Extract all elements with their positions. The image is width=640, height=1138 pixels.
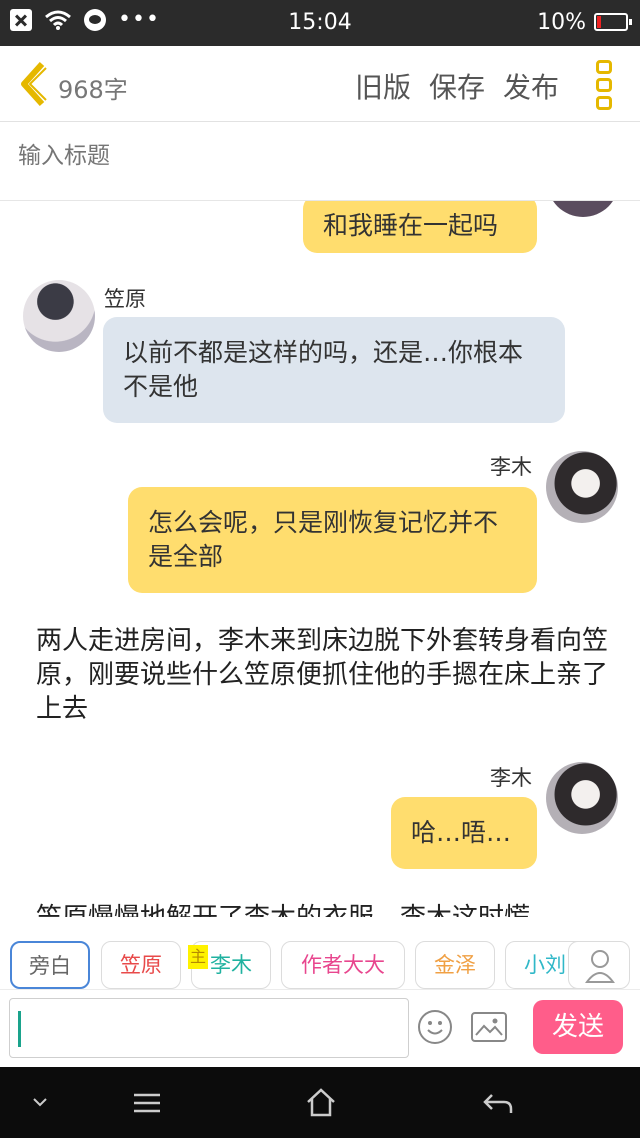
message-text: 怎么会呢，只是刚恢复记忆并不是全部 bbox=[148, 508, 499, 571]
message-bubble: 怎么会呢，只是刚恢复记忆并不是全部 bbox=[128, 487, 537, 593]
narration-text: 两人走进房间，李木来到床边脱下外套转身看向笠原，刚要说些什么笠原便抓住他的手摁在… bbox=[36, 626, 609, 724]
chevron-down-icon[interactable] bbox=[30, 1085, 50, 1121]
character-manage-button[interactable] bbox=[568, 941, 630, 989]
title-bar bbox=[0, 123, 640, 201]
image-icon[interactable] bbox=[471, 1012, 507, 1042]
speaker-name: 李木 bbox=[490, 766, 532, 790]
menu-icon[interactable] bbox=[131, 1085, 163, 1121]
editor-header: 968字 旧版 保存 发布 bbox=[0, 46, 640, 122]
narration-text: 笠原慢慢地解开了李木的衣服，李木这时慌 bbox=[36, 901, 616, 917]
status-bar: ••• 15:04 10% bbox=[0, 0, 640, 46]
message-bubble: 哈…唔… bbox=[391, 797, 537, 869]
save-button[interactable]: 保存 bbox=[429, 66, 485, 106]
send-button[interactable]: 发送 bbox=[533, 1000, 623, 1054]
user-icon bbox=[585, 950, 615, 983]
back-arrow-icon[interactable] bbox=[16, 60, 50, 108]
battery-percent: 10% bbox=[537, 10, 586, 35]
avatar bbox=[546, 451, 618, 523]
battery-icon bbox=[594, 13, 632, 31]
character-chip-kasahara[interactable]: 笠原 bbox=[101, 941, 181, 989]
main-character-badge: 主 bbox=[188, 945, 208, 969]
system-nav-bar bbox=[0, 1067, 640, 1138]
message-bubble: 以前不都是这样的吗，还是…你根本不是他 bbox=[103, 317, 565, 423]
composer-bar: 发送 bbox=[0, 989, 640, 1067]
message-bubble: 和我睡在一起吗 bbox=[303, 201, 537, 253]
character-chip-jinze[interactable]: 金泽 bbox=[415, 941, 495, 989]
publish-button[interactable]: 发布 bbox=[503, 66, 559, 106]
avatar bbox=[546, 762, 618, 834]
word-count: 968字 bbox=[58, 76, 128, 104]
character-chip-author[interactable]: 作者大大 bbox=[281, 941, 405, 989]
character-selector: 旁白 笠原 李木 作者大大 金泽 小刘 bbox=[0, 917, 640, 989]
message-text: 哈…唔… bbox=[411, 818, 512, 847]
avatar bbox=[23, 280, 95, 352]
emoji-icon[interactable] bbox=[418, 1010, 452, 1044]
message-text: 以前不都是这样的吗，还是…你根本不是他 bbox=[123, 338, 524, 401]
avatar bbox=[547, 201, 619, 217]
back-icon[interactable] bbox=[482, 1085, 514, 1121]
home-icon[interactable] bbox=[305, 1085, 337, 1121]
message-input[interactable] bbox=[9, 998, 409, 1058]
chat-area[interactable]: 和我睡在一起吗 笠原 以前不都是这样的吗，还是…你根本不是他 李木 怎么会呢，只… bbox=[0, 201, 640, 917]
old-version-button[interactable]: 旧版 bbox=[355, 66, 411, 106]
title-input[interactable] bbox=[18, 143, 578, 169]
speaker-name: 李木 bbox=[490, 455, 532, 479]
more-menu-icon[interactable] bbox=[596, 60, 614, 110]
message-text: 和我睡在一起吗 bbox=[323, 211, 499, 240]
character-chip-narrator[interactable]: 旁白 bbox=[10, 941, 90, 989]
speaker-name: 笠原 bbox=[104, 287, 146, 311]
